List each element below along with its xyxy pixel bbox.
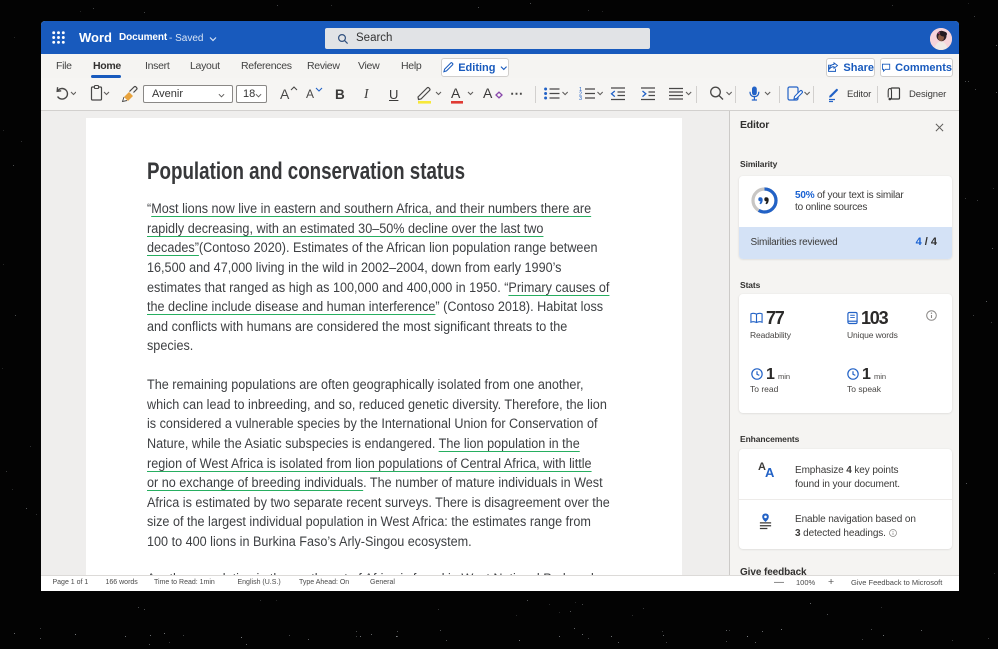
svg-text:A: A: [451, 85, 461, 101]
svg-text:3: 3: [579, 96, 582, 102]
svg-text:A: A: [483, 85, 493, 101]
